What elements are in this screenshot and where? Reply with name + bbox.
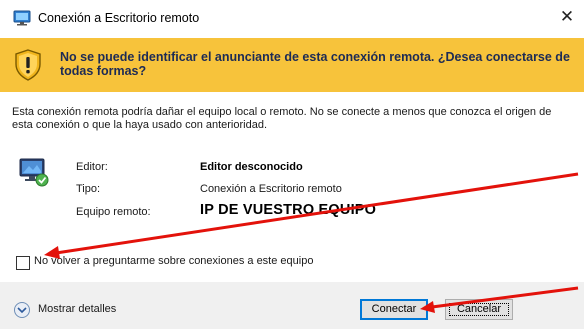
type-value: Conexión a Escritorio remoto (200, 183, 342, 195)
cancel-button[interactable]: Cancelar (445, 299, 513, 320)
connect-button[interactable]: Conectar (360, 299, 428, 320)
security-warning-text: Esta conexión remota podría dañar el equ… (12, 106, 552, 131)
dialog-footer: Mostrar detalles Conectar Cancelar (0, 282, 584, 329)
shield-warning-icon (15, 49, 41, 81)
computer-icon (19, 158, 49, 187)
focus-ring (449, 303, 509, 316)
dialog-content: Esta conexión remota podría dañar el equ… (0, 92, 584, 282)
dont-ask-again-checkbox[interactable] (16, 256, 30, 270)
publisher-label: Editor: (76, 161, 108, 173)
title-bar: Conexión a Escritorio remoto ✕ (0, 0, 584, 38)
warning-banner: No se puede identificar el anunciante de… (0, 38, 584, 92)
publisher-value: Editor desconocido (200, 161, 303, 173)
chevron-down-icon[interactable] (14, 302, 30, 318)
show-details-label[interactable]: Mostrar detalles (38, 303, 116, 315)
close-icon: ✕ (559, 7, 575, 26)
remote-desktop-icon (13, 10, 31, 26)
type-label: Tipo: (76, 183, 101, 195)
banner-message: No se puede identificar el anunciante de… (60, 50, 570, 78)
remote-computer-label: Equipo remoto: (76, 206, 151, 218)
close-button[interactable]: ✕ (556, 6, 578, 28)
dont-ask-again-label[interactable]: No volver a preguntarme sobre conexiones… (34, 255, 313, 267)
window-title: Conexión a Escritorio remoto (38, 11, 200, 25)
remote-computer-value: IP DE VUESTRO EQUIPO (200, 202, 377, 218)
